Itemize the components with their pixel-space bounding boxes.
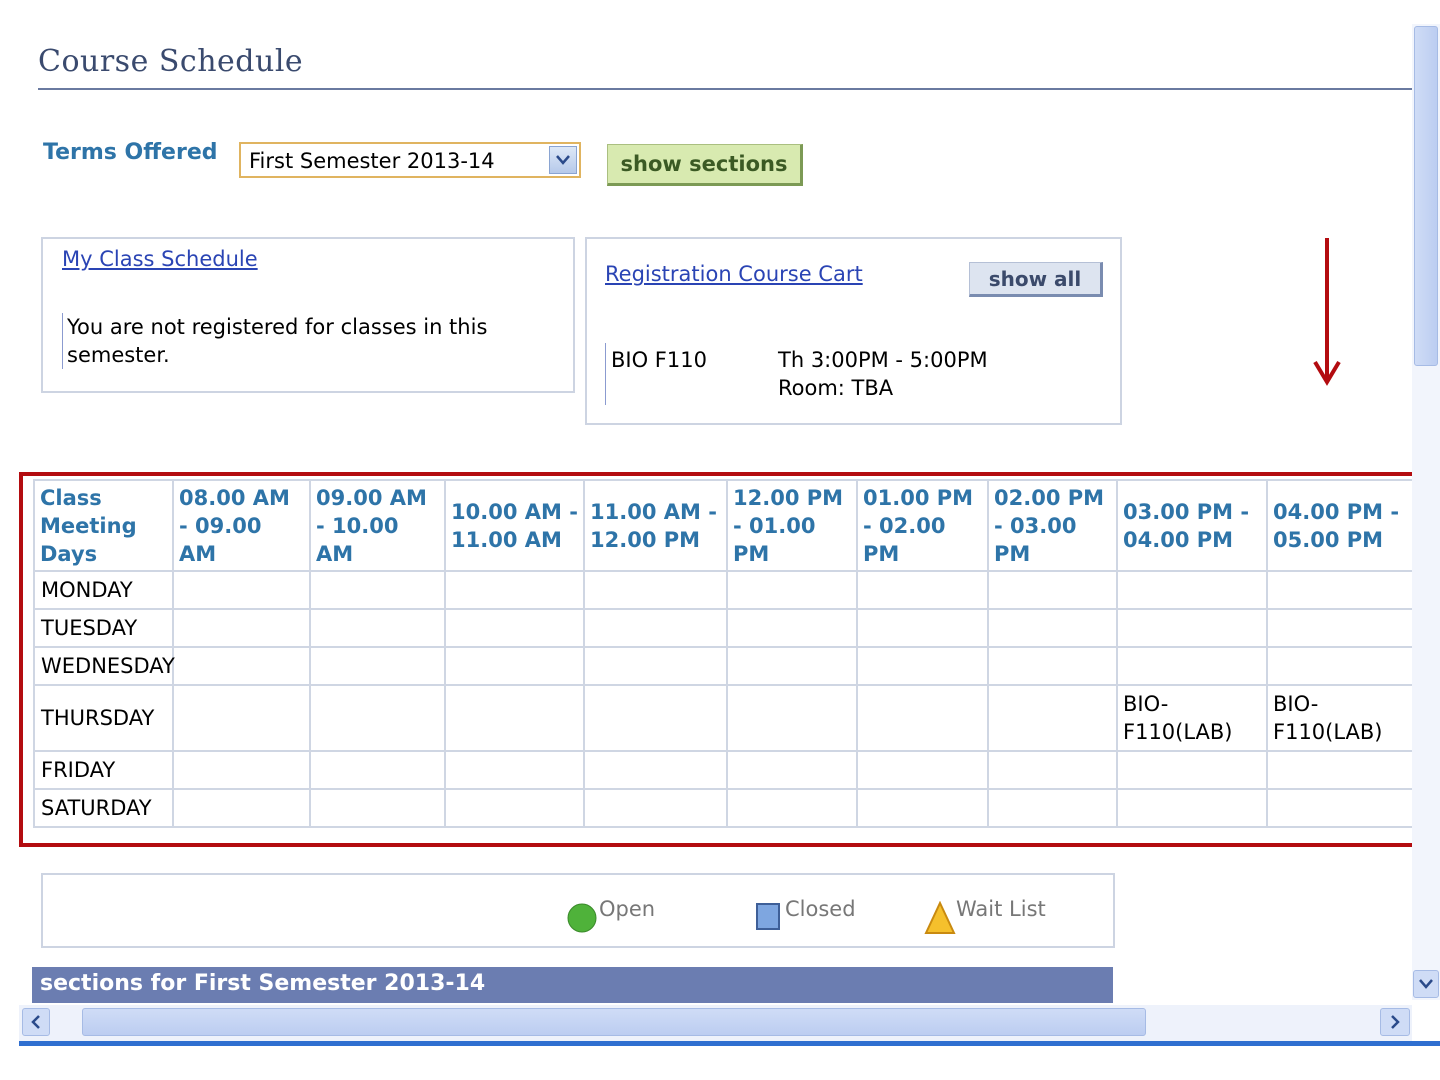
scroll-right-icon[interactable]	[1380, 1008, 1410, 1036]
legend-wait-list-label: Wait List	[956, 897, 1046, 921]
show-sections-button[interactable]: show sections	[607, 144, 803, 186]
scroll-down-icon[interactable]	[1413, 970, 1439, 998]
horizontal-scrollbar-thumb[interactable]	[82, 1008, 1146, 1036]
registration-course-cart-link[interactable]: Registration Course Cart	[605, 262, 863, 286]
sections-header-bar: sections for First Semester 2013-14	[32, 967, 1113, 1003]
terms-select[interactable]: First Semester 2013-14	[239, 142, 581, 178]
terms-offered-label: Terms Offered	[43, 140, 218, 165]
vertical-scrollbar-thumb[interactable]	[1414, 26, 1438, 366]
schedule-highlight-frame	[19, 472, 1419, 847]
not-registered-message: You are not registered for classes in th…	[62, 313, 537, 369]
title-divider	[38, 88, 1412, 90]
cart-item-course: BIO F110	[611, 348, 707, 372]
open-circle-icon	[567, 903, 597, 933]
chevron-down-icon[interactable]	[549, 146, 577, 174]
cart-item-time: Th 3:00PM - 5:00PM	[778, 348, 988, 372]
page-title: Course Schedule	[38, 44, 304, 79]
scroll-left-icon[interactable]	[22, 1008, 50, 1036]
legend-open-label: Open	[599, 897, 656, 921]
wait-list-triangle-icon	[924, 901, 956, 934]
my-class-schedule-link[interactable]: My Class Schedule	[62, 247, 258, 271]
legend-closed-label: Closed	[785, 897, 856, 921]
terms-select-value: First Semester 2013-14	[249, 149, 495, 173]
window-bottom-edge	[19, 1041, 1440, 1046]
show-all-button[interactable]: show all	[969, 262, 1103, 297]
closed-square-icon	[756, 903, 780, 930]
down-arrow-icon	[1313, 238, 1341, 386]
cart-item: BIO F110 Th 3:00PM - 5:00PM Room: TBA	[605, 343, 1031, 405]
cart-item-room: Room: TBA	[778, 376, 894, 400]
